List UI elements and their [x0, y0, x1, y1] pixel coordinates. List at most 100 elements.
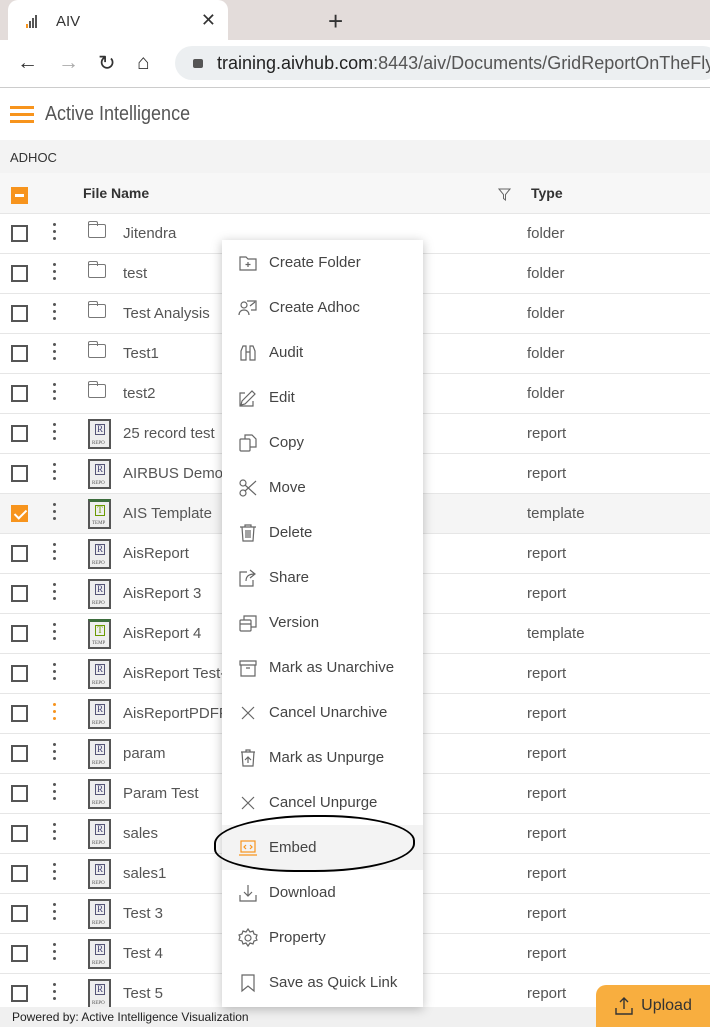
back-icon[interactable]: ← — [17, 51, 38, 75]
row-checkbox[interactable] — [11, 585, 28, 602]
file-name[interactable]: AIRBUS Demo — [123, 465, 223, 482]
more-options-icon[interactable] — [53, 823, 57, 840]
more-options-icon[interactable] — [53, 263, 57, 280]
column-header-type[interactable]: Type — [531, 185, 563, 201]
file-name[interactable]: AisReport Test- — [123, 665, 225, 682]
file-type: report — [527, 545, 567, 562]
menu-item-download[interactable]: Download — [222, 870, 423, 915]
forward-icon[interactable]: → — [58, 51, 79, 75]
browser-tab[interactable]: AIV ✕ — [8, 0, 228, 42]
file-name[interactable]: AisReport 4 — [123, 625, 201, 642]
menu-item-audit[interactable]: Audit — [222, 330, 423, 375]
row-checkbox[interactable] — [11, 985, 28, 1002]
row-checkbox[interactable] — [11, 945, 28, 962]
column-header-file-name[interactable]: File Name — [83, 185, 149, 201]
row-checkbox[interactable] — [11, 785, 28, 802]
file-name[interactable]: test — [123, 265, 147, 282]
filter-icon[interactable] — [498, 188, 511, 201]
row-checkbox[interactable] — [11, 385, 28, 402]
file-name[interactable]: AisReportPDFF — [123, 705, 228, 722]
more-options-icon[interactable] — [53, 303, 57, 320]
upload-button[interactable]: Upload — [596, 985, 710, 1027]
menu-item-embed[interactable]: Embed — [222, 825, 423, 870]
row-checkbox[interactable] — [11, 865, 28, 882]
row-checkbox[interactable] — [11, 425, 28, 442]
file-name[interactable]: Test Analysis — [123, 305, 210, 322]
menu-item-create-folder[interactable]: Create Folder — [222, 240, 423, 285]
file-name[interactable]: 25 record test — [123, 425, 215, 442]
more-options-icon[interactable] — [53, 503, 57, 520]
more-options-icon[interactable] — [53, 463, 57, 480]
home-icon[interactable]: ⌂ — [137, 51, 150, 75]
app-title: Active Intelligence — [45, 103, 191, 125]
file-name[interactable]: sales1 — [123, 865, 166, 882]
row-checkbox[interactable] — [11, 705, 28, 722]
tab-title: AIV — [56, 12, 81, 30]
file-name[interactable]: Jitendra — [123, 225, 176, 242]
row-checkbox[interactable] — [11, 305, 28, 322]
menu-item-delete[interactable]: Delete — [222, 510, 423, 555]
menu-item-save-as-quick-link[interactable]: Save as Quick Link — [222, 960, 423, 1005]
menu-item-create-adhoc[interactable]: Create Adhoc — [222, 285, 423, 330]
file-name[interactable]: Test 3 — [123, 905, 163, 922]
more-options-icon[interactable] — [53, 743, 57, 760]
select-all-checkbox[interactable] — [11, 187, 28, 204]
menu-item-move[interactable]: Move — [222, 465, 423, 510]
file-name[interactable]: sales — [123, 825, 158, 842]
menu-item-cancel-unarchive[interactable]: Cancel Unarchive — [222, 690, 423, 735]
more-options-icon[interactable] — [53, 383, 57, 400]
hamburger-menu-icon[interactable] — [10, 106, 34, 123]
row-checkbox[interactable] — [11, 465, 28, 482]
new-tab-icon[interactable]: + — [328, 6, 343, 37]
more-options-icon[interactable] — [53, 343, 57, 360]
menu-item-mark-as-unarchive[interactable]: Mark as Unarchive — [222, 645, 423, 690]
more-options-icon[interactable] — [53, 223, 57, 240]
row-checkbox[interactable] — [11, 665, 28, 682]
more-options-icon[interactable] — [53, 543, 57, 560]
more-options-icon[interactable] — [53, 783, 57, 800]
breadcrumb[interactable]: ADHOC — [0, 140, 710, 173]
more-options-icon[interactable] — [53, 663, 57, 680]
more-options-icon[interactable] — [53, 863, 57, 880]
more-options-icon[interactable] — [53, 943, 57, 960]
more-options-icon[interactable] — [53, 983, 57, 1000]
more-options-icon[interactable] — [53, 903, 57, 920]
more-options-icon[interactable] — [53, 623, 57, 640]
file-name[interactable]: AIS Template — [123, 505, 212, 522]
row-checkbox[interactable] — [11, 905, 28, 922]
menu-item-copy[interactable]: Copy — [222, 420, 423, 465]
more-options-icon[interactable] — [53, 423, 57, 440]
row-checkbox[interactable] — [11, 625, 28, 642]
embed-icon — [239, 839, 257, 856]
close-tab-icon[interactable]: ✕ — [201, 10, 216, 31]
more-options-icon[interactable] — [53, 583, 57, 600]
menu-item-mark-as-unpurge[interactable]: Mark as Unpurge — [222, 735, 423, 780]
row-checkbox[interactable] — [11, 745, 28, 762]
more-options-icon[interactable] — [53, 703, 57, 720]
menu-item-share[interactable]: Share — [222, 555, 423, 600]
file-name[interactable]: AisReport — [123, 545, 189, 562]
row-checkbox[interactable] — [11, 505, 28, 522]
row-checkbox[interactable] — [11, 825, 28, 842]
file-type: report — [527, 985, 567, 1002]
reload-icon[interactable]: ↻ — [98, 51, 116, 76]
file-name[interactable]: Test1 — [123, 345, 159, 362]
row-checkbox[interactable] — [11, 545, 28, 562]
file-name[interactable]: Test 4 — [123, 945, 163, 962]
create-adhoc-icon — [238, 299, 257, 315]
menu-item-cancel-unpurge[interactable]: Cancel Unpurge — [222, 780, 423, 825]
file-name[interactable]: test2 — [123, 385, 156, 402]
file-name[interactable]: param — [123, 745, 166, 762]
file-name[interactable]: Param Test — [123, 785, 199, 802]
file-name[interactable]: Test 5 — [123, 985, 163, 1002]
row-checkbox[interactable] — [11, 265, 28, 282]
menu-item-edit[interactable]: Edit — [222, 375, 423, 420]
menu-item-version[interactable]: Version — [222, 600, 423, 645]
url-input[interactable]: training.aivhub.com:8443/aiv/Documents/G… — [175, 46, 710, 80]
row-checkbox[interactable] — [11, 225, 28, 242]
row-checkbox[interactable] — [11, 345, 28, 362]
menu-item-property[interactable]: Property — [222, 915, 423, 960]
file-name[interactable]: AisReport 3 — [123, 585, 201, 602]
file-type: report — [527, 465, 567, 482]
file-type: report — [527, 665, 567, 682]
